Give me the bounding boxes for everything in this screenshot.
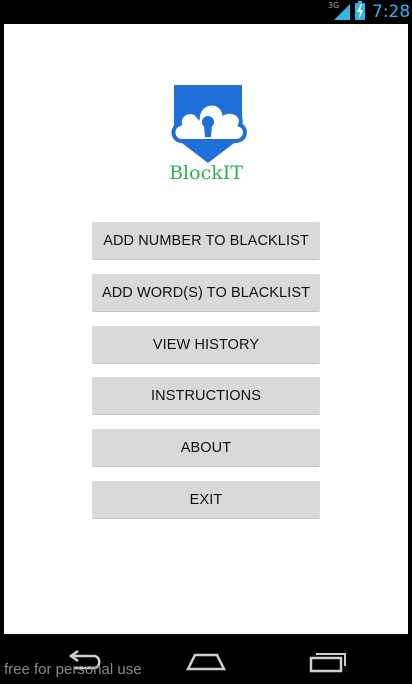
app-title: BlockIT [169,162,243,184]
add-number-to-blacklist-button[interactable]: ADD NUMBER TO BLACKLIST [92,222,320,260]
home-icon[interactable] [185,649,227,673]
status-bar: 3G 7:28 [0,0,412,24]
signal-icon [334,4,350,20]
clock: 7:28 [372,2,411,22]
instructions-button[interactable]: INSTRUCTIONS [92,377,320,415]
cloud-lock-icon [171,85,247,163]
about-button[interactable]: ABOUT [92,429,320,467]
view-history-button[interactable]: VIEW HISTORY [92,326,320,364]
charging-bolt-icon [357,4,363,19]
phone-screen: 3G 7:28 BlockIT ADD NUMBER TO BLACKLIST … [0,0,412,684]
exit-button[interactable]: EXIT [92,481,320,519]
add-words-to-blacklist-button[interactable]: ADD WORD(S) TO BLACKLIST [92,274,320,312]
battery-icon [355,1,365,20]
recent-apps-icon[interactable] [307,649,349,673]
watermark-text: free for personal use [4,661,142,678]
main-activity: BlockIT ADD NUMBER TO BLACKLIST ADD WORD… [4,24,408,634]
